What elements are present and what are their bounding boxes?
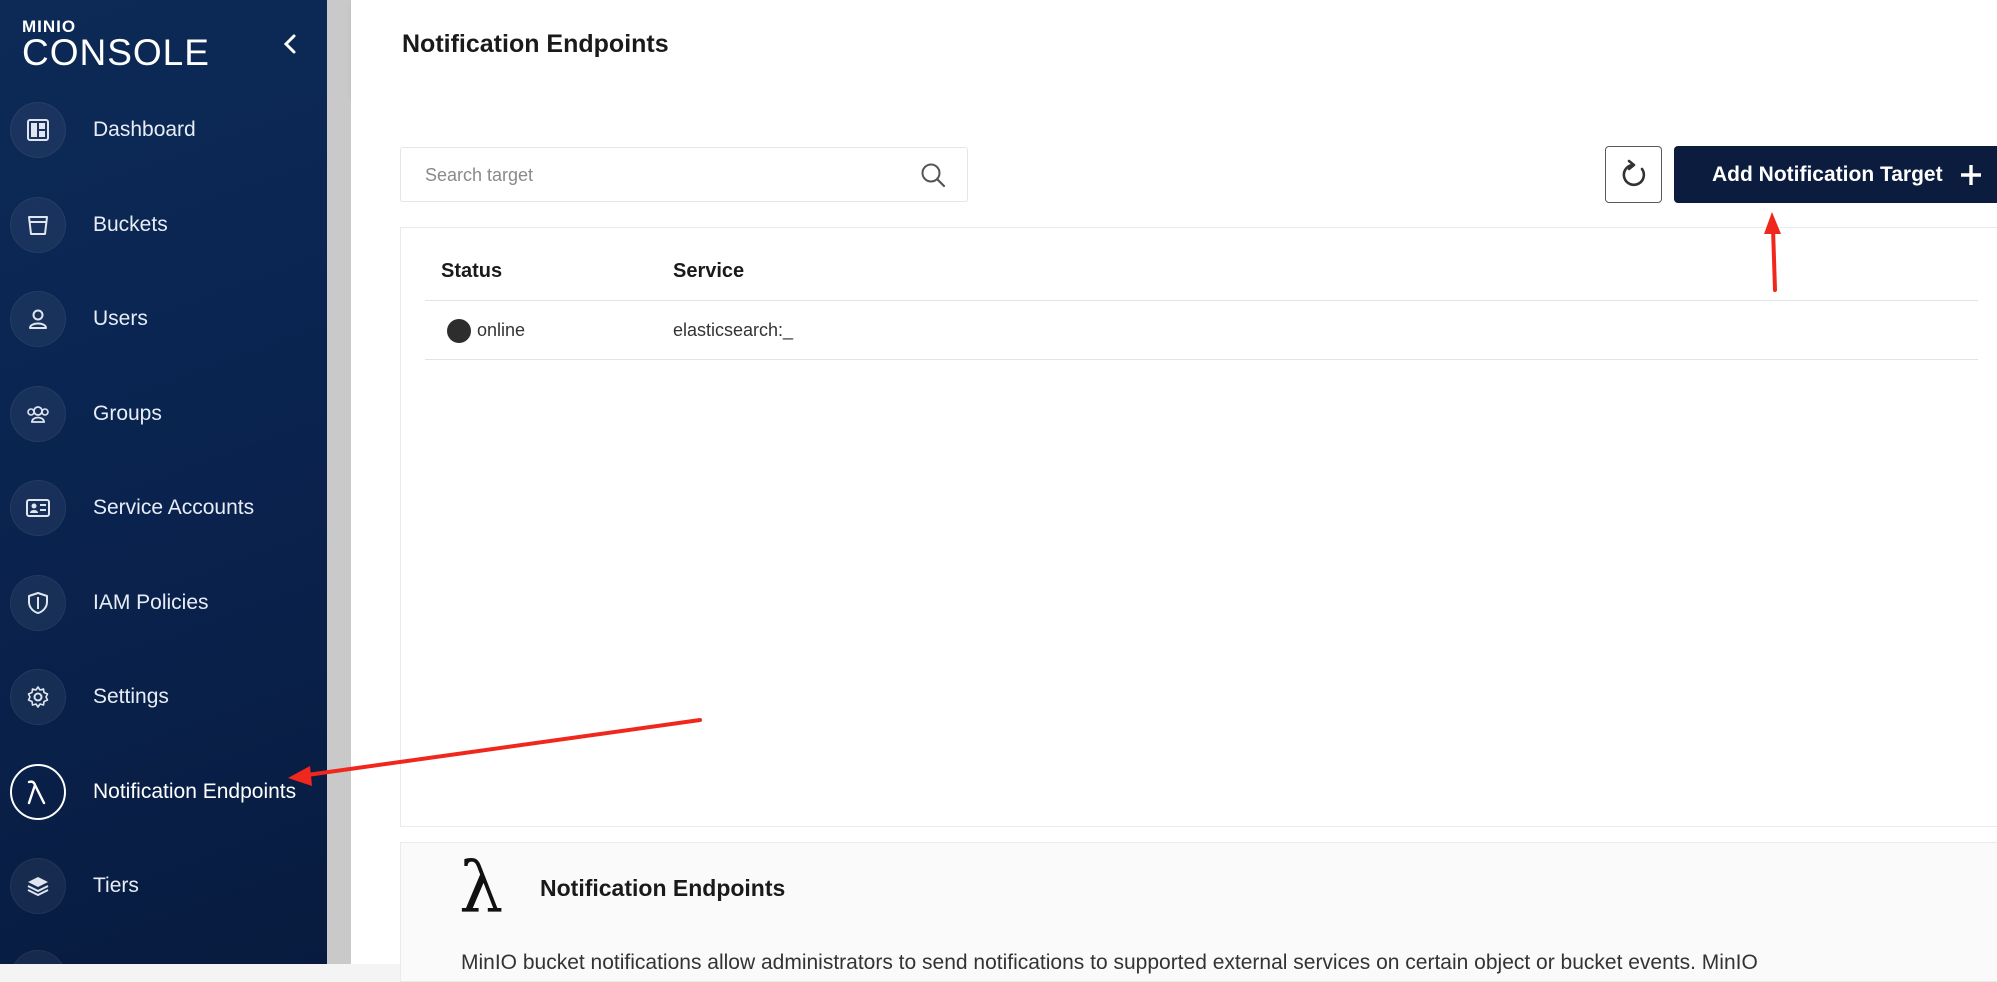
endpoints-table: Status Service online elasticsearch:_	[400, 227, 1997, 827]
chevron-left-icon	[283, 34, 296, 54]
sidebar: MINIO CONSOLE Dashboard Buckets Users Gr…	[0, 0, 327, 964]
sidebar-item-label: Settings	[93, 685, 169, 708]
help-box-text: MinIO bucket notifications allow adminis…	[461, 951, 1758, 974]
sidebar-item-label: Dashboard	[93, 118, 196, 141]
dashboard-icon	[10, 102, 66, 158]
status-text: online	[477, 320, 526, 340]
groups-icon	[10, 386, 66, 442]
sidebar-next-icon	[10, 950, 66, 964]
collapse-sidebar-button[interactable]	[276, 30, 304, 58]
help-box-title: Notification Endpoints	[540, 875, 786, 901]
sidebar-item-label: IAM Policies	[93, 591, 209, 614]
sidebar-scrollbar[interactable]	[327, 0, 351, 964]
column-header-service[interactable]: Service	[673, 260, 744, 283]
plus-icon	[1960, 164, 1981, 185]
sidebar-item-users[interactable]: Users	[10, 289, 327, 349]
gear-icon	[10, 669, 66, 725]
service-text: elasticsearch:_	[673, 320, 794, 340]
page-header: Notification Endpoints	[351, 0, 1997, 97]
sidebar-item-label: Notification Endpoints	[93, 780, 297, 803]
sidebar-item-service-accounts[interactable]: Service Accounts	[10, 478, 327, 538]
sidebar-item-next[interactable]	[10, 948, 327, 964]
sidebar-item-label: Users	[93, 307, 148, 330]
sidebar-item-label: Groups	[93, 402, 162, 425]
shield-icon	[10, 575, 66, 631]
search-box	[400, 147, 968, 203]
lambda-icon	[10, 764, 66, 820]
add-notification-target-button[interactable]: Add Notification Target	[1674, 146, 1997, 203]
search-input[interactable]	[423, 148, 907, 203]
layers-icon	[10, 858, 66, 914]
refresh-icon	[1622, 159, 1645, 186]
sidebar-item-label: Tiers	[93, 874, 139, 897]
add-notification-target-label: Add Notification Target	[1712, 162, 1943, 186]
sidebar-item-settings[interactable]: Settings	[10, 667, 327, 727]
sidebar-item-label: Service Accounts	[93, 496, 255, 519]
help-box: λ Notification Endpoints MinIO bucket no…	[400, 842, 1997, 982]
table-header-divider	[425, 300, 1978, 301]
page-title: Notification Endpoints	[402, 30, 669, 58]
search-icon[interactable]	[919, 161, 947, 194]
status-indicator	[447, 319, 471, 343]
minio-logo[interactable]: MINIO CONSOLE	[22, 18, 210, 71]
sidebar-item-buckets[interactable]: Buckets	[10, 195, 327, 255]
column-header-status[interactable]: Status	[441, 260, 502, 283]
user-icon	[10, 291, 66, 347]
sidebar-item-iam-policies[interactable]: IAM Policies	[10, 573, 327, 633]
table-row-divider	[425, 359, 1978, 360]
sidebar-item-groups[interactable]: Groups	[10, 384, 327, 444]
sidebar-item-dashboard[interactable]: Dashboard	[10, 100, 327, 160]
sidebar-item-label: Buckets	[93, 213, 168, 236]
sidebar-item-tiers[interactable]: Tiers	[10, 856, 327, 916]
lambda-icon: λ	[459, 847, 504, 929]
service-account-icon	[10, 480, 66, 536]
refresh-button[interactable]	[1605, 146, 1662, 203]
logo-big-text: CONSOLE	[22, 32, 210, 73]
sidebar-item-notification-endpoints[interactable]: Notification Endpoints	[10, 762, 327, 822]
bucket-icon	[10, 197, 66, 253]
